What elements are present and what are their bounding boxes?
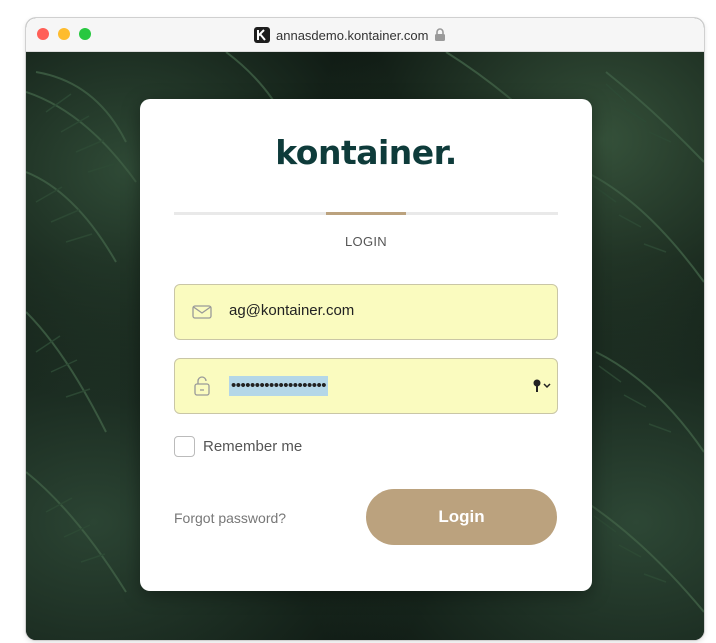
tab-login[interactable]: LOGIN (140, 234, 592, 249)
tab-indicator-active (326, 212, 406, 215)
password-value: •••••••••••••••••••• (229, 376, 329, 396)
password-field[interactable]: •••••••••••••••••••• (174, 358, 558, 414)
key-dropdown-icon[interactable] (531, 377, 553, 395)
tab-indicator-track (174, 212, 558, 215)
login-card: kontainer. LOGIN ag@kontainer.com ••••••… (140, 99, 592, 591)
kontainer-k-icon (254, 27, 270, 43)
forgot-password-link[interactable]: Forgot password? (174, 510, 286, 526)
address-bar[interactable]: annasdemo.kontainer.com (254, 26, 446, 44)
remember-me-checkbox[interactable] (174, 436, 195, 457)
close-window-button[interactable] (37, 28, 49, 40)
lock-icon (434, 28, 446, 42)
browser-titlebar: annasdemo.kontainer.com (26, 18, 704, 52)
envelope-icon (191, 301, 213, 323)
zoom-window-button[interactable] (79, 28, 91, 40)
unlock-icon (191, 375, 213, 397)
kontainer-logo: kontainer. (275, 133, 457, 172)
email-value: ag@kontainer.com (229, 302, 355, 319)
minimize-window-button[interactable] (58, 28, 70, 40)
browser-window: annasdemo.kontainer.com kontainer. LOGIN… (26, 18, 704, 640)
url-text: annasdemo.kontainer.com (276, 27, 429, 43)
remember-me[interactable]: Remember me (174, 436, 302, 457)
login-button[interactable]: Login (366, 489, 557, 545)
email-field[interactable]: ag@kontainer.com (174, 284, 558, 340)
remember-me-label[interactable]: Remember me (203, 438, 302, 455)
